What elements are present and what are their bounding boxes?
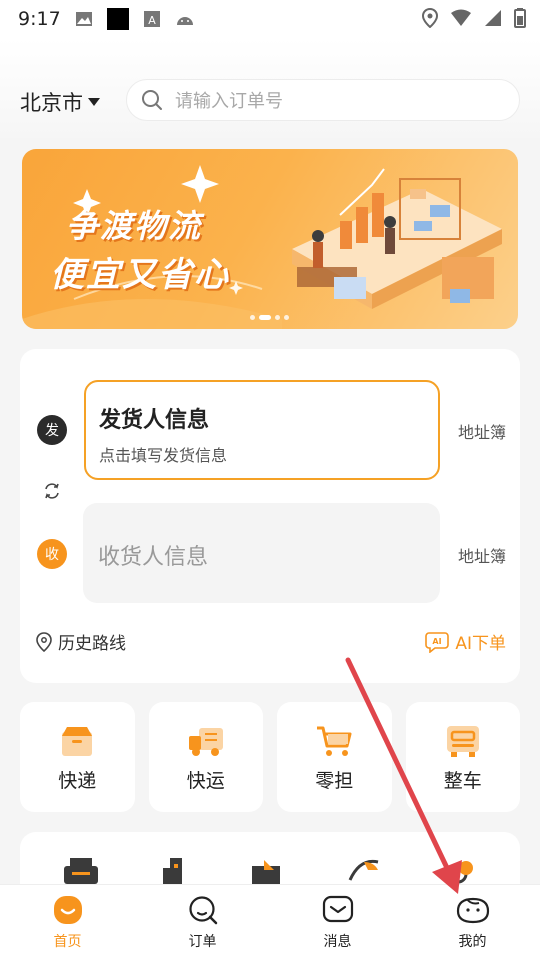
service-fast-freight[interactable]: 快运 (148, 702, 263, 812)
receiver-badge: 收 (37, 539, 67, 569)
location-pin-icon (36, 631, 52, 652)
service-ltl[interactable]: 零担 (277, 702, 392, 812)
city-label: 北京市 (20, 91, 83, 115)
svg-text:A: A (148, 14, 156, 27)
home-icon (53, 896, 82, 924)
receiver-info-field[interactable]: 收货人信息 (83, 503, 440, 603)
ai-order-button[interactable]: AI AI下单 (425, 629, 506, 654)
cart-icon (317, 726, 352, 756)
location-icon (422, 8, 438, 28)
service-types: 快递 快运 零担 整车 (20, 702, 520, 812)
wifi-icon (451, 9, 471, 26)
banner-dot (284, 315, 289, 320)
android-icon (176, 17, 193, 25)
tab-label: 订单 (188, 934, 217, 950)
banner-slogan-line2: 便宜又省心 (50, 255, 230, 295)
service-label: 零担 (315, 770, 354, 792)
history-route-button[interactable]: 历史路线 (36, 629, 126, 654)
tab-label: 我的 (458, 934, 487, 950)
city-selector[interactable]: 北京市 (20, 87, 101, 117)
sender-hint: 点击填写发货信息 (99, 446, 228, 465)
tab-label: 首页 (53, 934, 82, 950)
service-label: 整车 (443, 770, 482, 792)
receiver-address-book-link[interactable]: 地址簿 (458, 543, 506, 567)
order-search-bar[interactable]: 请输入订单号 (126, 79, 520, 121)
tab-orders[interactable]: 订单 (135, 885, 270, 960)
printer-icon[interactable] (62, 856, 100, 886)
search-placeholder: 请输入订单号 (175, 91, 283, 112)
order-search-icon (188, 896, 217, 925)
search-icon (142, 90, 162, 110)
swap-icon[interactable] (40, 479, 64, 503)
sender-badge: 发 (37, 415, 67, 445)
service-full-truck[interactable]: 整车 (405, 702, 520, 812)
signal-icon (485, 10, 501, 26)
ai-icon: AI (425, 631, 450, 653)
font-icon: A (143, 11, 160, 27)
tab-label: 消息 (323, 934, 352, 950)
service-express[interactable]: 快递 (20, 702, 135, 812)
history-route-label: 历史路线 (58, 634, 126, 654)
banner-dot-active (259, 315, 271, 320)
receiver-title: 收货人信息 (98, 545, 209, 570)
status-time: 9:17 (18, 8, 61, 30)
lorry-icon (446, 726, 479, 757)
tab-messages[interactable]: 消息 (270, 885, 405, 960)
tab-home[interactable]: 首页 (0, 885, 135, 960)
sender-info-field[interactable]: 发货人信息 点击填写发货信息 (84, 380, 440, 480)
message-icon (322, 895, 353, 923)
caret-down-icon (88, 98, 100, 106)
service-label: 快递 (58, 770, 97, 792)
svg-text:AI: AI (433, 637, 442, 646)
umbrella-icon[interactable] (346, 856, 382, 886)
image-icon (75, 12, 92, 26)
banner-dot (250, 315, 255, 320)
status-bar: 9:17 A (0, 0, 540, 38)
banner-dot (275, 315, 280, 320)
bottom-tab-bar: 首页 订单 消息 我的 (0, 884, 540, 960)
banner-slogan-line1: 争渡物流 (66, 207, 203, 245)
banner-pagination (250, 315, 289, 320)
header: 北京市 请输入订单号 (0, 38, 540, 138)
battery-icon (514, 8, 526, 28)
handshake-icon[interactable] (444, 856, 480, 886)
ai-order-label: AI下单 (455, 634, 506, 654)
promo-banner[interactable]: 争渡物流 便宜又省心 (22, 149, 518, 329)
sender-title: 发货人信息 (99, 408, 210, 433)
shipping-info-card: 发 发货人信息 点击填写发货信息 地址簿 收 收货人信息 地址簿 历史路线 AI… (20, 349, 520, 683)
box-icon (62, 727, 93, 756)
delivery-icon[interactable] (248, 856, 288, 886)
black-square-icon (106, 8, 129, 30)
profile-icon (456, 897, 489, 924)
service-label: 快运 (186, 770, 225, 792)
tab-profile[interactable]: 我的 (405, 885, 540, 960)
truck-icon (188, 728, 223, 756)
sender-address-book-link[interactable]: 地址簿 (458, 419, 506, 443)
building-icon[interactable] (160, 856, 190, 886)
